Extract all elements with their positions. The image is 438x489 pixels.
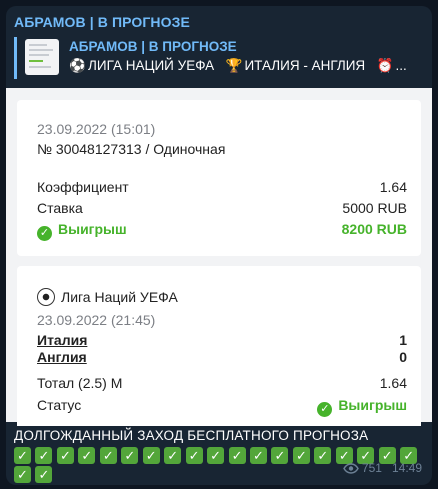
soccer-ball-icon: ⚽ [69, 58, 86, 73]
market-label: Тотал (2.5) М [37, 375, 123, 391]
team1-name: Италия [37, 332, 88, 348]
status-value: Выигрыш [338, 397, 407, 413]
market-value: 1.64 [379, 375, 407, 391]
check-mark-emoji-icon: ✓ [271, 447, 289, 464]
bet-screenshot-image[interactable]: 23.09.2022 (15:01) № 30048127313 / Одино… [6, 88, 432, 426]
reply-title: АБРАМОВ | В ПРОГНОЗЕ [69, 39, 237, 54]
check-mark-emoji-icon: ✓ [228, 447, 246, 464]
check-circle-icon: ✓ [37, 226, 52, 241]
check-mark-emoji-icon: ✓ [164, 447, 182, 464]
stake-value: 5000 RUB [342, 200, 407, 216]
author-name[interactable]: АБРАМОВ | В ПРОГНОЗЕ [14, 14, 190, 30]
status-value-row: ✓ Выигрыш [317, 397, 407, 417]
event-card: Лига Наций УЕФА 23.09.2022 (21:45) Итали… [17, 266, 421, 426]
reply-item-match: ИТАЛИЯ - АНГЛИЯ [244, 58, 366, 73]
check-mark-emoji-icon: ✓ [14, 447, 31, 464]
team2-name: Англия [37, 349, 87, 365]
alarm-clock-icon: ⏰ [376, 58, 394, 73]
views-count: 751 [361, 461, 382, 475]
check-mark-emoji-icon: ✓ [121, 447, 139, 464]
check-mark-emoji-icon: ✓ [292, 447, 310, 464]
result-label-row: ✓ Выигрыш [37, 221, 127, 241]
team1-score: 1 [399, 332, 407, 348]
reply-preview[interactable]: АБРАМОВ | В ПРОГНОЗЕ ⚽ ЛИГА НАЦИЙ УЕФА 🏆 И… [14, 37, 420, 79]
eye-icon [343, 463, 359, 477]
league-name: Лига Наций УЕФА [61, 289, 178, 305]
check-mark-emoji-icon: ✓ [249, 447, 267, 464]
reply-text: ⚽ ЛИГА НАЦИЙ УЕФА 🏆 ИТАЛИЯ - АНГЛИЯ ⏰... [69, 58, 407, 74]
stake-label: Ставка [37, 200, 83, 216]
check-circle-icon: ✓ [317, 402, 333, 417]
check-mark-emoji-icon: ✓ [207, 447, 225, 464]
reply-item-league: ЛИГА НАЦИЙ УЕФА [88, 58, 215, 73]
check-mark-emoji-icon: ✓ [35, 466, 53, 483]
coef-value: 1.64 [379, 179, 407, 195]
check-mark-emoji-icon: ✓ [14, 466, 31, 483]
soccer-ball-icon [37, 288, 55, 306]
check-mark-emoji-icon: ✓ [142, 447, 160, 464]
result-label: Выигрыш [58, 221, 127, 237]
team2-score: 0 [399, 349, 407, 365]
bet-datetime: 23.09.2022 (15:01) [37, 121, 156, 137]
check-mark-emoji-icon: ✓ [56, 447, 74, 464]
bet-slip-card: 23.09.2022 (15:01) № 30048127313 / Одино… [17, 100, 421, 256]
check-mark-emoji-icon: ✓ [314, 447, 332, 464]
check-mark-emoji-icon: ✓ [35, 447, 53, 464]
league-row: Лига Наций УЕФА [37, 288, 178, 306]
message-bubble: АБРАМОВ | В ПРОГНОЗЕ АБРАМОВ | В ПРОГНОЗ… [6, 6, 432, 485]
message-time: 14:49 [391, 461, 422, 475]
reply-item-ellipsis: ... [395, 58, 407, 73]
coef-label: Коэффициент [37, 179, 129, 195]
message-text: ДОЛГОЖДАННЫЙ ЗАХОД БЕСПЛАТНОГО ПРОГНОЗА [14, 428, 369, 443]
trophy-icon: 🏆 [225, 58, 243, 73]
bet-number: № 30048127313 / Одиночная [37, 141, 226, 157]
message-meta: 751 14:49 [343, 461, 422, 477]
event-datetime: 23.09.2022 (21:45) [37, 312, 156, 328]
reply-thumbnail [25, 39, 59, 75]
status-label: Статус [37, 397, 82, 413]
check-mark-emoji-icon: ✓ [99, 447, 117, 464]
result-value: 8200 RUB [341, 221, 407, 237]
check-mark-emoji-icon: ✓ [185, 447, 203, 464]
check-mark-emoji-icon: ✓ [78, 447, 96, 464]
